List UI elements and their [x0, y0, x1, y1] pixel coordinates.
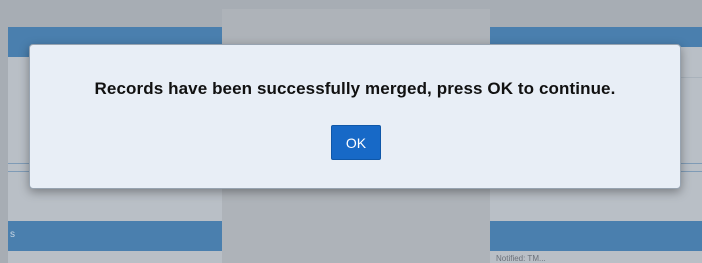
dialog-message: Records have been successfully merged, p… — [94, 79, 616, 98]
confirmation-dialog: Records have been successfully merged, p… — [29, 44, 681, 189]
left-panel-section-label: s — [10, 229, 15, 240]
left-panel-section-header: s — [8, 221, 222, 251]
ok-button[interactable]: OK — [331, 125, 381, 160]
right-panel-footer-text: Notified: TM... — [496, 254, 546, 263]
right-panel-section-header — [490, 221, 702, 251]
